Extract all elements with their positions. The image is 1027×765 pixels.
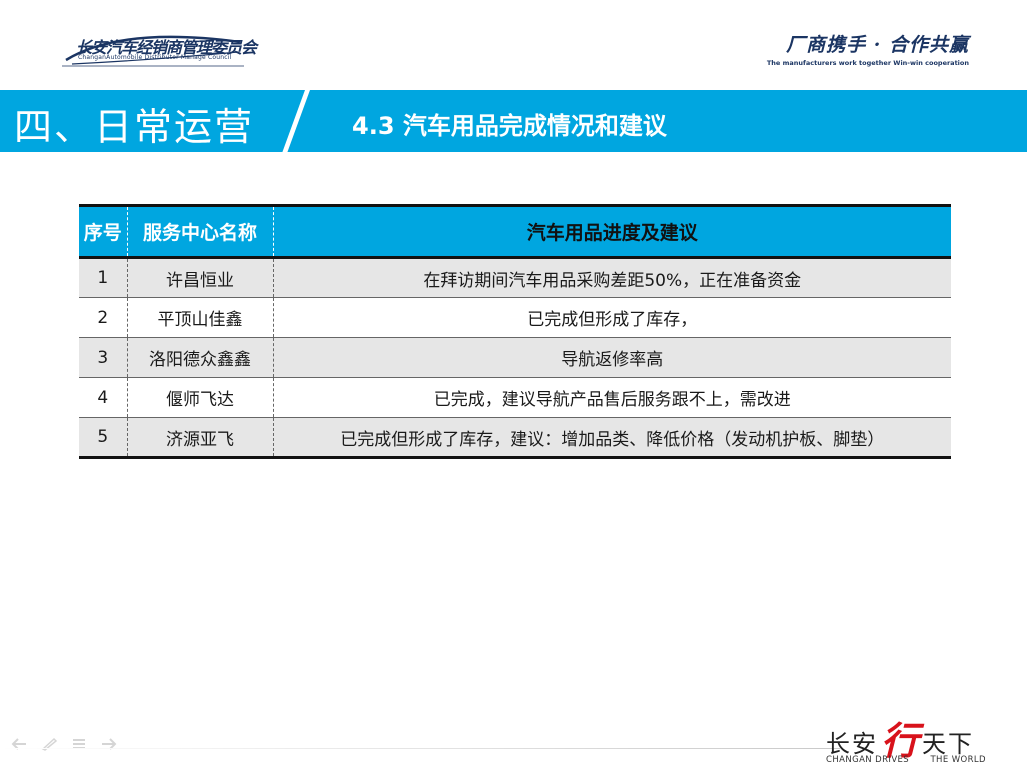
brand-cn-left: 长安	[826, 730, 878, 758]
header-index: 序号	[79, 204, 127, 259]
table-row: 4 偃师飞达 已完成，建议导航产品售后服务跟不上，需改进	[79, 377, 951, 418]
changan-brand-logo: 长安 行 天下 CHANGAN DRIVES THE WORLD	[826, 718, 986, 765]
row-progress: 已完成，建议导航产品售后服务跟不上，需改进	[272, 377, 951, 418]
section-title: 四、日常运营	[14, 105, 255, 149]
council-logo-en: ChanganAutomobile Distributor Manage Cou…	[78, 54, 232, 61]
sub-title: 4.3 汽车用品完成情况和建议	[352, 112, 667, 140]
footer-divider	[0, 748, 840, 749]
row-center: 许昌恒业	[126, 257, 273, 298]
row-index: 5	[79, 417, 127, 459]
row-progress: 在拜访期间汽车用品采购差距50%，正在准备资金	[272, 257, 951, 298]
brand-en-left: CHANGAN DRIVES	[826, 755, 910, 765]
row-center: 平顶山佳鑫	[126, 297, 273, 338]
row-progress: 已完成但形成了库存，	[272, 297, 951, 338]
row-center: 偃师飞达	[126, 377, 273, 418]
table-row: 2 平顶山佳鑫 已完成但形成了库存，	[79, 297, 951, 338]
slogan-cn: 厂商携手 · 合作共赢	[786, 34, 969, 56]
progress-table: 序号 服务中心名称 汽车用品进度及建议 1 许昌恒业 在拜访期间汽车用品采购差距…	[79, 204, 951, 459]
row-index: 4	[79, 377, 127, 418]
table-row: 5 济源亚飞 已完成但形成了库存，建议：增加品类、降低价格（发动机护板、脚垫）	[79, 417, 951, 459]
table-header-row: 序号 服务中心名称 汽车用品进度及建议	[79, 204, 951, 259]
brand-en-right: THE WORLD	[930, 755, 986, 765]
row-index: 3	[79, 337, 127, 378]
table-row: 3 洛阳德众鑫鑫 导航返修率高	[79, 337, 951, 378]
row-center: 济源亚飞	[126, 417, 273, 459]
slogan: 厂商携手 · 合作共赢 The manufacturers work toget…	[767, 30, 969, 67]
row-center: 洛阳德众鑫鑫	[126, 337, 273, 378]
row-index: 2	[79, 297, 127, 338]
header-progress: 汽车用品进度及建议	[272, 204, 951, 259]
brand-en: CHANGAN DRIVES THE WORLD	[826, 755, 986, 765]
slogan-en: The manufacturers work together Win-win …	[766, 59, 969, 67]
header-center: 服务中心名称	[126, 204, 273, 259]
row-progress: 导航返修率高	[272, 337, 951, 378]
table-row: 1 许昌恒业 在拜访期间汽车用品采购差距50%，正在准备资金	[79, 257, 951, 298]
brand-cn-right: 天下	[922, 730, 974, 758]
row-index: 1	[79, 257, 127, 298]
row-progress: 已完成但形成了库存，建议：增加品类、降低价格（发动机护板、脚垫）	[272, 417, 951, 459]
council-logo: 长安汽车经销商管理委员会 ChanganAutomobile Distribut…	[62, 30, 257, 70]
